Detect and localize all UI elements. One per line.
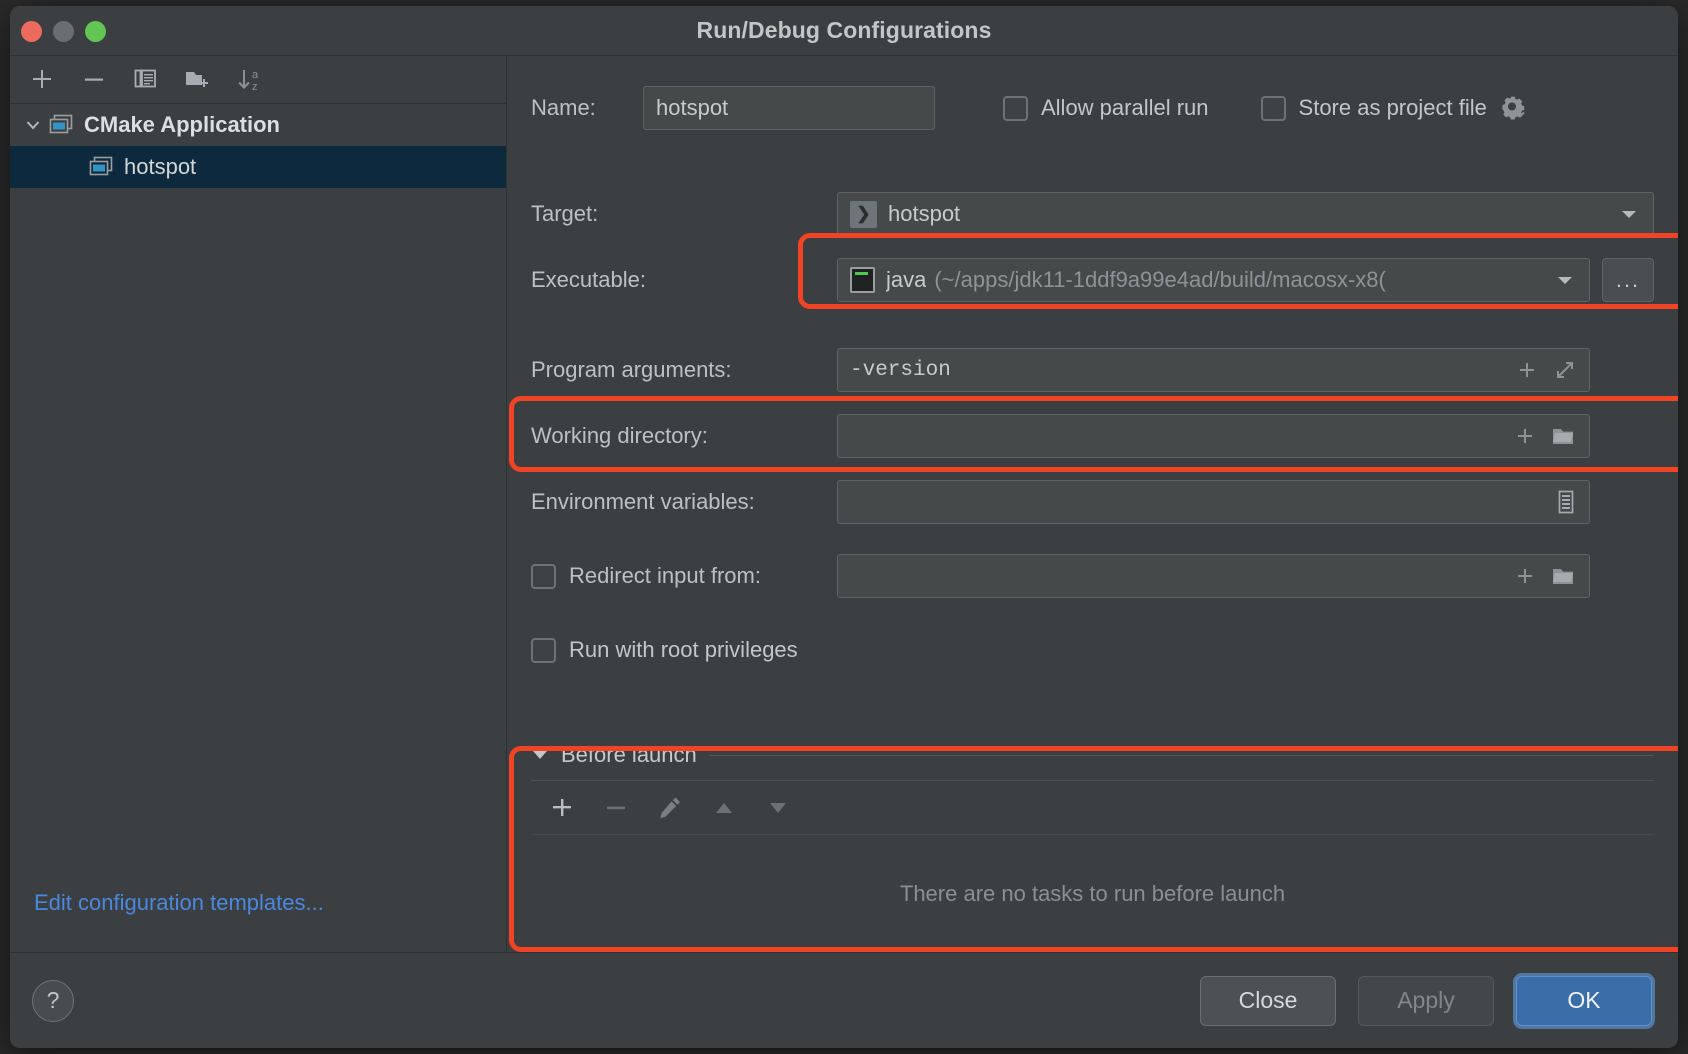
maximize-window-button[interactable] [85, 21, 106, 42]
copy-configuration-button[interactable] [123, 60, 169, 100]
working-directory-row: Working directory: [531, 414, 1654, 458]
redirect-input-label: Redirect input from: [569, 563, 761, 588]
dialog-footer: ? Close Apply OK [10, 952, 1678, 1048]
tree-item-hotspot[interactable]: hotspot [10, 146, 506, 188]
target-row: Target: ❯ hotspot [531, 192, 1654, 236]
remove-task-button[interactable] [599, 791, 633, 825]
move-task-down-button[interactable] [761, 791, 795, 825]
executable-path: (~/apps/jdk11-1ddf9a99e4ad/build/macosx-… [934, 267, 1386, 292]
move-task-up-button[interactable] [707, 791, 741, 825]
close-window-button[interactable] [21, 21, 42, 42]
name-row: Name: hotspot Allow parallel run Store a… [531, 86, 1654, 130]
application-icon [48, 114, 74, 136]
svg-text:a: a [252, 69, 259, 81]
edit-configuration-templates-link[interactable]: Edit configuration templates... [10, 890, 506, 952]
program-arguments-row: Program arguments: -version [531, 348, 1654, 392]
executable-value: java [886, 267, 927, 292]
tree-item-label: hotspot [124, 154, 197, 179]
tree-group-cmake-application[interactable]: CMake Application [10, 104, 506, 146]
working-directory-input[interactable] [837, 414, 1590, 458]
close-button[interactable]: Close [1200, 975, 1336, 1026]
browse-executable-button[interactable]: ... [1602, 258, 1654, 302]
working-directory-label: Working directory: [531, 423, 708, 448]
browse-folder-icon[interactable] [1551, 425, 1577, 447]
environment-variables-input[interactable] [837, 480, 1590, 524]
browse-folder-icon[interactable] [1551, 565, 1577, 587]
help-button[interactable]: ? [32, 979, 74, 1022]
store-as-project-file-label: Store as project file [1298, 95, 1487, 120]
program-arguments-label: Program arguments: [531, 357, 732, 382]
executable-row: Executable: java (~/apps/jdk11-1ddf9a99e… [531, 258, 1654, 302]
allow-parallel-run-label: Allow parallel run [1041, 95, 1209, 120]
section-divider [708, 754, 1654, 756]
minimize-window-button[interactable] [53, 21, 74, 42]
add-folder-button[interactable] [175, 60, 221, 100]
configurations-panel: a z CMake Application hotspot Edit confi… [10, 56, 507, 952]
target-dropdown[interactable]: ❯ hotspot [837, 192, 1654, 236]
svg-text:z: z [252, 81, 258, 93]
name-input-value: hotspot [656, 95, 729, 120]
redirect-input-row: Redirect input from: [531, 554, 1654, 598]
redirect-input-checkbox[interactable] [531, 563, 556, 589]
traffic-lights [21, 21, 106, 42]
redirect-input-path-input[interactable] [837, 554, 1590, 598]
add-task-button[interactable] [545, 791, 579, 825]
run-with-root-privileges-checkbox[interactable] [531, 637, 556, 663]
expand-editor-button[interactable] [1553, 358, 1577, 382]
environment-variables-label: Environment variables: [531, 489, 755, 514]
triangle-down-icon[interactable] [531, 749, 549, 761]
executable-label: Executable: [531, 267, 646, 292]
edit-task-button[interactable] [653, 791, 687, 825]
program-arguments-value: -version [850, 358, 951, 382]
ok-button[interactable]: OK [1516, 975, 1652, 1026]
edit-environment-variables-icon[interactable] [1555, 489, 1577, 515]
chevron-down-icon[interactable] [1619, 207, 1645, 221]
add-configuration-button[interactable] [19, 60, 65, 100]
name-label: Name: [531, 95, 596, 120]
dialog-title: Run/Debug Configurations [696, 17, 992, 43]
name-input[interactable]: hotspot [643, 86, 935, 130]
environment-variables-row: Environment variables: [531, 480, 1654, 524]
before-launch-caption: Before launch [561, 742, 697, 767]
before-launch-section: Before launch There are no tasks to run … [531, 738, 1654, 952]
chevron-down-icon[interactable] [1555, 273, 1581, 287]
redirect-input-label-group: Redirect input from: [531, 563, 837, 589]
sort-configurations-button[interactable]: a z [227, 60, 273, 100]
before-launch-toolbar [531, 781, 1654, 835]
remove-configuration-button[interactable] [71, 60, 117, 100]
target-label: Target: [531, 201, 599, 226]
run-with-root-privileges-row: Run with root privileges [531, 628, 1654, 672]
tree-group-label: CMake Application [84, 112, 280, 137]
configurations-tree[interactable]: CMake Application hotspot [10, 104, 506, 890]
terminal-icon [850, 267, 875, 293]
configuration-editor-panel: Name: hotspot Allow parallel run Store a… [507, 56, 1678, 952]
dialog-body: a z CMake Application hotspot Edit confi… [10, 56, 1678, 952]
allow-parallel-run-checkbox[interactable] [1003, 95, 1028, 121]
run-with-root-privileges-label: Run with root privileges [569, 637, 798, 662]
target-value: hotspot [888, 201, 961, 226]
configurations-toolbar: a z [10, 56, 506, 104]
program-arguments-input[interactable]: -version [837, 348, 1590, 392]
apply-button[interactable]: Apply [1358, 975, 1494, 1026]
run-target-icon: ❯ [850, 200, 877, 228]
before-launch-empty-message: There are no tasks to run before launch [899, 880, 1286, 906]
title-bar: Run/Debug Configurations [10, 6, 1678, 56]
gear-icon[interactable] [1499, 94, 1527, 122]
executable-dropdown[interactable]: java (~/apps/jdk11-1ddf9a99e4ad/build/ma… [837, 258, 1590, 302]
chevron-down-icon[interactable] [18, 116, 48, 134]
before-launch-task-list: There are no tasks to run before launch [531, 780, 1654, 952]
insert-macro-button[interactable] [1513, 564, 1537, 588]
insert-macro-button[interactable] [1515, 358, 1539, 382]
run-debug-configurations-dialog: Run/Debug Configurations a z CMake Appli… [10, 6, 1678, 1048]
run-with-root-privileges-group[interactable]: Run with root privileges [531, 637, 798, 663]
application-icon [88, 156, 114, 178]
before-launch-header[interactable]: Before launch [531, 738, 1654, 772]
insert-macro-button[interactable] [1513, 424, 1537, 448]
store-as-project-file-checkbox[interactable] [1260, 95, 1286, 121]
